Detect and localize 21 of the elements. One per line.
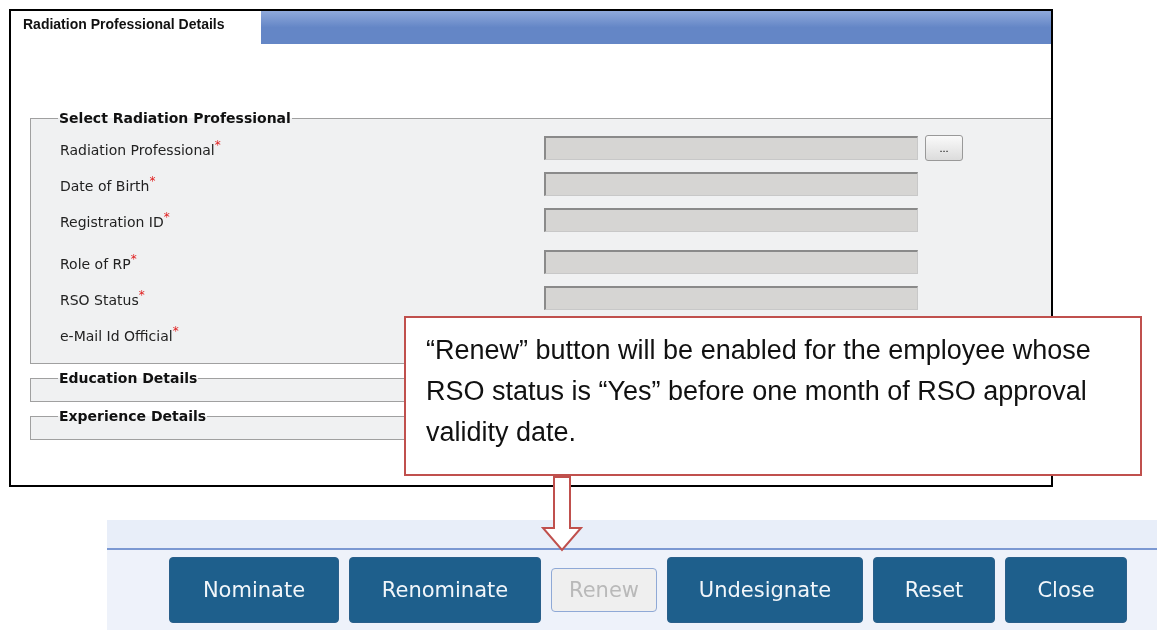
input-field[interactable] — [544, 208, 918, 232]
browse-button[interactable]: ... — [925, 135, 963, 161]
field-label: Radiation Professional$^{*}$ — [59, 138, 222, 158]
section-title: Experience Details — [58, 408, 208, 424]
input-field[interactable] — [544, 172, 918, 196]
input-field[interactable] — [544, 286, 918, 310]
section-title: Select Radiation Professional — [58, 110, 292, 126]
input-field[interactable] — [544, 136, 918, 160]
field-label: RSO Status$^{*}$ — [59, 288, 146, 308]
field-label: e-Mail Id Official$^{*}$ — [59, 324, 180, 344]
field-label: Date of Birth$^{*}$ — [59, 174, 157, 194]
input-field[interactable] — [544, 250, 918, 274]
action-button[interactable]: Reset — [873, 557, 995, 623]
action-button[interactable]: Close — [1005, 557, 1127, 623]
field-label: Role of RP$^{*}$ — [59, 252, 138, 272]
action-button[interactable]: Renominate — [349, 557, 541, 623]
action-button[interactable]: Nominate — [169, 557, 339, 623]
action-button[interactable]: Undesignate — [667, 557, 863, 623]
section-title: Education Details — [58, 370, 199, 386]
callout-text: “Renew” button will be enabled for the employee whose RSO status is “Yes” before one month of RSO approval validity date. — [426, 334, 1092, 449]
field-label: Registration ID$^{*}$ — [59, 210, 171, 230]
